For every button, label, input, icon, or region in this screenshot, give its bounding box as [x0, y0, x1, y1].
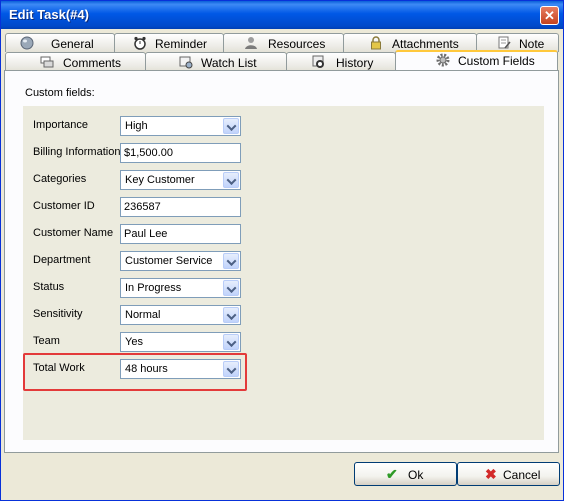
close-button[interactable]: ✕	[540, 6, 559, 25]
tab-label: Watch List	[201, 56, 257, 70]
edit-task-dialog: Edit Task(#4) ✕ General Reminder Resourc…	[0, 0, 564, 501]
categories-value: Key Customer	[125, 174, 195, 186]
history-icon	[312, 55, 324, 68]
cancel-button[interactable]: ✖ Cancel	[457, 462, 560, 486]
sensitivity-select[interactable]: Normal	[120, 305, 241, 325]
tab-custom-fields[interactable]: Custom Fields	[395, 50, 558, 71]
checkmark-icon: ✔	[386, 466, 398, 482]
customer-id-label: Customer ID	[33, 200, 95, 212]
team-label: Team	[33, 335, 60, 347]
alarm-clock-icon	[134, 36, 146, 50]
tab-label: Note	[519, 37, 545, 51]
department-label: Department	[33, 254, 91, 266]
ok-button-label: Ok	[408, 468, 424, 482]
watch-list-icon	[179, 56, 193, 69]
team-value: Yes	[125, 336, 143, 348]
chevron-down-icon[interactable]	[223, 334, 239, 350]
total-work-highlight	[23, 353, 247, 391]
billing-information-field[interactable]: $1,500.00	[120, 143, 241, 163]
note-icon	[498, 36, 511, 49]
tab-label: Custom Fields	[458, 54, 535, 68]
sensitivity-value: Normal	[125, 309, 161, 321]
importance-value: High	[125, 120, 148, 132]
status-label: Status	[33, 281, 65, 293]
chevron-down-icon[interactable]	[223, 253, 239, 269]
billing-information-label: Billing Information	[33, 146, 121, 158]
custom-fields-label: Custom fields:	[25, 87, 95, 99]
customer-name-label: Customer Name	[33, 227, 114, 239]
tab-comments[interactable]: Comments	[5, 52, 146, 71]
ok-button[interactable]: ✔ Ok	[354, 462, 457, 486]
categories-label: Categories	[33, 173, 87, 185]
tab-label: Attachments	[392, 37, 459, 51]
tab-general[interactable]: General	[5, 33, 115, 52]
importance-select[interactable]: High	[120, 116, 241, 136]
chevron-down-icon[interactable]	[223, 280, 239, 296]
title-bar[interactable]: Edit Task(#4) ✕	[1, 1, 563, 29]
comments-icon	[40, 56, 54, 68]
tab-resources[interactable]: Resources	[223, 33, 344, 52]
tab-label: Resources	[268, 37, 326, 51]
user-icon	[245, 37, 257, 49]
close-icon: ✕	[544, 8, 555, 23]
tab-label: Comments	[63, 56, 122, 70]
sensitivity-label: Sensitivity	[33, 308, 83, 320]
tab-label: General	[51, 37, 94, 51]
gear-icon	[436, 53, 450, 67]
importance-label: Importance	[33, 119, 89, 131]
tab-label: History	[336, 56, 374, 70]
chevron-down-icon[interactable]	[223, 307, 239, 323]
cancel-button-label: Cancel	[503, 468, 541, 482]
tab-label: Reminder	[155, 37, 208, 51]
team-select[interactable]: Yes	[120, 332, 241, 352]
customer-id-field[interactable]: 236587	[120, 197, 241, 217]
customer-name-field[interactable]: Paul Lee	[120, 224, 241, 244]
status-select[interactable]: In Progress	[120, 278, 241, 298]
tab-history[interactable]: History	[286, 52, 396, 71]
custom-fields-panel: Custom fields: Importance High Billing I…	[4, 70, 559, 453]
tab-watch-list[interactable]: Watch List	[145, 52, 287, 71]
cancel-icon: ✖	[485, 466, 497, 482]
chevron-down-icon[interactable]	[223, 118, 239, 134]
department-value: Customer Service	[125, 255, 213, 267]
tab-reminder[interactable]: Reminder	[114, 33, 224, 52]
department-select[interactable]: Customer Service	[120, 251, 241, 271]
lock-icon	[371, 36, 381, 50]
chevron-down-icon[interactable]	[223, 172, 239, 188]
globe-icon	[20, 36, 34, 50]
window-title: Edit Task(#4)	[9, 7, 89, 22]
status-value: In Progress	[125, 282, 182, 294]
categories-select[interactable]: Key Customer	[120, 170, 241, 190]
